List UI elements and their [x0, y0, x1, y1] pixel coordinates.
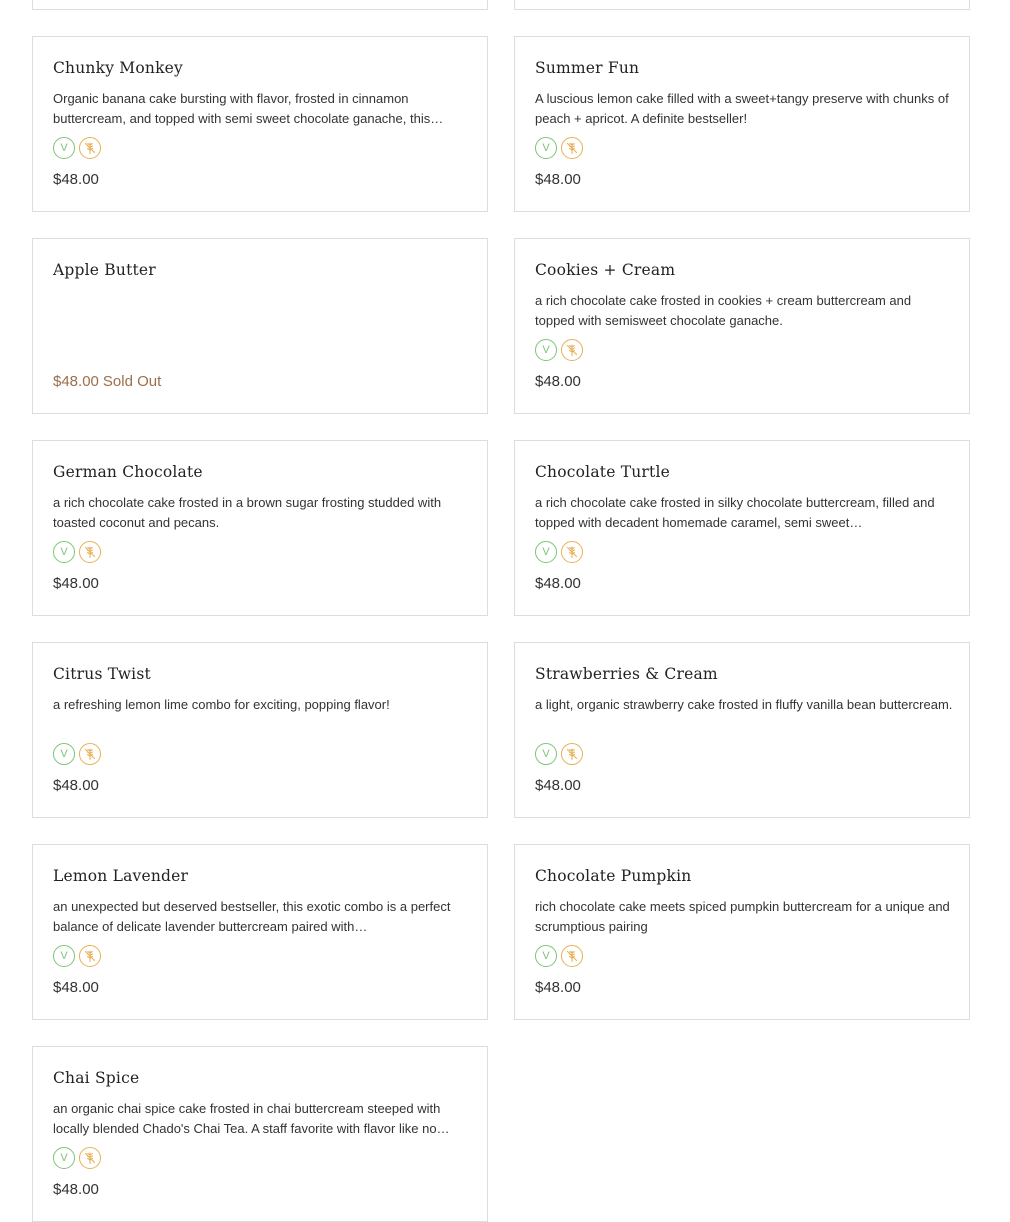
product-description: a light, organic strawberry cake frosted…	[535, 697, 953, 712]
product-price: $48.00	[535, 171, 585, 188]
product-card[interactable]: Citrus Twist a refreshing lemon lime com…	[32, 642, 488, 818]
dietary-icons: V	[535, 137, 583, 161]
vegan-v-icon: V	[535, 137, 557, 159]
product-description: a rich chocolate cake frosted in silky c…	[535, 495, 935, 530]
product-description: a rich chocolate cake frosted in a brown…	[53, 495, 442, 530]
vegan-v-icon: V	[53, 1147, 75, 1169]
sold-out-label: Sold Out	[102, 373, 162, 390]
wheat-crossed-icon	[561, 339, 583, 361]
vegan-v-icon: V	[535, 743, 557, 765]
product-card[interactable]: V $48.00	[514, 0, 970, 10]
vegan-v-icon: V	[53, 541, 75, 563]
product-price: $48.00	[53, 1181, 103, 1198]
dietary-icons: V	[53, 541, 101, 565]
product-card[interactable]: Apple Butter V $48.00Sold Out	[32, 238, 488, 414]
dietary-icons: V	[53, 137, 101, 161]
product-description: Organic banana cake bursting with flavor…	[53, 91, 444, 126]
product-description: rich chocolate cake meets spiced pumpkin…	[535, 899, 950, 934]
product-title: Chocolate Pumpkin	[535, 867, 692, 885]
vegan-v-icon: V	[535, 339, 557, 361]
price-amount: $48.00	[535, 979, 581, 996]
dietary-icons: V	[535, 743, 583, 767]
dietary-icons: V	[53, 945, 101, 969]
product-title: Chocolate Turtle	[535, 463, 671, 481]
product-price: $48.00	[53, 575, 103, 592]
wheat-crossed-icon	[79, 541, 101, 563]
product-price: $48.00	[535, 777, 585, 794]
product-title: Cookies + Cream	[535, 261, 676, 279]
product-title: Strawberries & Cream	[535, 665, 718, 683]
wheat-crossed-icon	[561, 743, 583, 765]
product-card[interactable]: V $48.00	[32, 0, 488, 10]
product-card[interactable]: Cookies + Cream a rich chocolate cake fr…	[514, 238, 970, 414]
product-price: $48.00 Sold Out	[53, 373, 161, 390]
price-amount: $48.00	[53, 373, 99, 390]
product-card[interactable]: Chocolate Turtle a rich chocolate cake f…	[514, 440, 970, 616]
price-amount: $48.00	[535, 575, 581, 592]
product-price: $48.00	[53, 979, 103, 996]
product-price: $48.00	[535, 979, 585, 996]
vegan-v-icon: V	[53, 945, 75, 967]
dietary-icons: V	[535, 541, 583, 565]
product-title: Chai Spice	[53, 1069, 140, 1087]
product-title: Citrus Twist	[53, 665, 151, 683]
vegan-v-icon: V	[535, 541, 557, 563]
product-card[interactable]: Chai Spice an organic chai spice cake fr…	[32, 1046, 488, 1222]
product-description: a rich chocolate cake frosted in cookies…	[535, 293, 912, 328]
product-description: A luscious lemon cake filled with a swee…	[535, 91, 949, 126]
wheat-crossed-icon	[561, 137, 583, 159]
price-amount: $48.00	[53, 979, 99, 996]
wheat-crossed-icon	[561, 945, 583, 967]
product-description: an organic chai spice cake frosted in ch…	[53, 1101, 450, 1136]
wheat-crossed-icon	[79, 945, 101, 967]
product-description: an unexpected but deserved bestseller, t…	[53, 899, 451, 934]
product-title: German Chocolate	[53, 463, 203, 481]
product-title: Lemon Lavender	[53, 867, 189, 885]
product-price: $48.00	[535, 575, 585, 592]
product-description: a refreshing lemon lime combo for exciti…	[53, 697, 390, 712]
price-amount: $48.00	[53, 171, 99, 188]
product-card[interactable]: Strawberries & Cream a light, organic st…	[514, 642, 970, 818]
vegan-v-icon: V	[53, 137, 75, 159]
wheat-crossed-icon	[79, 743, 101, 765]
dietary-icons: V	[535, 339, 583, 363]
price-amount: $48.00	[535, 777, 581, 794]
vegan-v-icon: V	[535, 945, 557, 967]
product-card[interactable]: Chunky Monkey Organic banana cake bursti…	[32, 36, 488, 212]
price-amount: $48.00	[535, 373, 581, 390]
product-title: Summer Fun	[535, 59, 640, 77]
product-card[interactable]: German Chocolate a rich chocolate cake f…	[32, 440, 488, 616]
dietary-icons: V	[535, 945, 583, 969]
product-card[interactable]: Chocolate Pumpkin rich chocolate cake me…	[514, 844, 970, 1020]
wheat-crossed-icon	[79, 1147, 101, 1169]
product-price: $48.00	[53, 171, 103, 188]
product-price: $48.00	[53, 777, 103, 794]
product-card[interactable]: Lemon Lavender an unexpected but deserve…	[32, 844, 488, 1020]
product-title: Apple Butter	[53, 261, 156, 279]
product-card[interactable]: Summer Fun A luscious lemon cake filled …	[514, 36, 970, 212]
price-amount: $48.00	[535, 171, 581, 188]
dietary-icons: V	[53, 743, 101, 767]
wheat-crossed-icon	[79, 137, 101, 159]
price-amount: $48.00	[53, 1181, 99, 1198]
price-amount: $48.00	[53, 777, 99, 794]
product-price: $48.00	[535, 373, 585, 390]
price-amount: $48.00	[53, 575, 99, 592]
vegan-v-icon: V	[53, 743, 75, 765]
wheat-crossed-icon	[561, 541, 583, 563]
product-title: Chunky Monkey	[53, 59, 183, 77]
